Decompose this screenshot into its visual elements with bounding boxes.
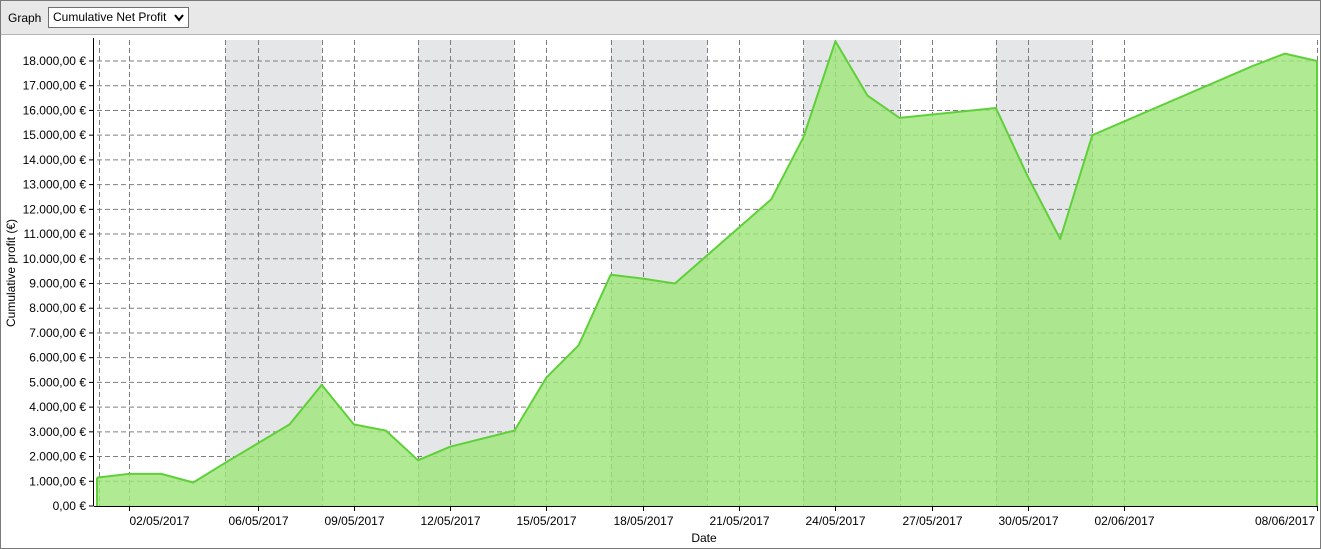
y-tick-label: 18.000,00 € — [23, 54, 87, 68]
graph-label: Graph — [8, 11, 42, 25]
y-tick-label: 4.000,00 € — [29, 400, 86, 414]
y-tick-label: 2.000,00 € — [29, 450, 86, 464]
x-tick-label: 30/05/2017 — [998, 514, 1058, 528]
y-tick-label: 10.000,00 € — [23, 252, 87, 266]
y-tick-label: 17.000,00 € — [23, 79, 87, 93]
y-tick-label: 9.000,00 € — [29, 277, 86, 291]
y-tick-label: 14.000,00 € — [23, 153, 87, 167]
y-tick-label: 13.000,00 € — [23, 178, 87, 192]
y-tick-label: 12.000,00 € — [23, 202, 87, 216]
x-tick-label: 18/05/2017 — [613, 514, 673, 528]
x-tick-label: 08/06/2017 — [1255, 514, 1315, 528]
y-tick-label: 11.000,00 € — [23, 227, 86, 241]
toolbar: Graph Cumulative Net Profit — [1, 1, 1320, 35]
chevron-down-icon — [174, 14, 184, 22]
y-tick-label: 1.000,00 € — [29, 474, 86, 488]
y-axis-label: Cumulative profit (€) — [4, 219, 18, 327]
x-tick-label: 06/05/2017 — [228, 514, 288, 528]
x-tick-label: 02/05/2017 — [129, 514, 189, 528]
y-tick-label: 0,00 € — [53, 499, 87, 513]
y-tick-label: 16.000,00 € — [23, 103, 87, 117]
chart-window: Graph Cumulative Net Profit 0,00 € 1.000,… — [0, 0, 1321, 549]
x-tick-label: 24/05/2017 — [805, 514, 865, 528]
graph-type-selected-value: Cumulative Net Profit — [53, 10, 167, 24]
x-tick-label: 21/05/2017 — [709, 514, 769, 528]
y-tick-label: 7.000,00 € — [29, 326, 86, 340]
y-tick-label: 15.000,00 € — [23, 128, 87, 142]
profit-chart: 0,00 € 1.000,00 € 2.000,00 € 3.000,00 € 4.00… — [4, 38, 1318, 545]
x-tick-label: 27/05/2017 — [902, 514, 962, 528]
y-tick-label: 5.000,00 € — [29, 375, 86, 389]
y-tick-label: 8.000,00 € — [29, 301, 86, 315]
x-axis-ticks: 02/05/2017 06/05/2017 09/05/2017 12/05/2017… — [129, 506, 1318, 528]
x-axis-label: Date — [691, 531, 717, 545]
x-tick-label: 02/06/2017 — [1094, 514, 1154, 528]
y-tick-label: 6.000,00 € — [29, 351, 86, 365]
x-tick-label: 12/05/2017 — [420, 514, 480, 528]
x-tick-label: 15/05/2017 — [516, 514, 576, 528]
y-axis-ticks: 0,00 € 1.000,00 € 2.000,00 € 3.000,00 € 4.00… — [23, 54, 94, 513]
x-tick-label: 09/05/2017 — [324, 514, 384, 528]
graph-type-select[interactable]: Cumulative Net Profit — [48, 7, 189, 28]
y-tick-label: 3.000,00 € — [29, 425, 86, 439]
